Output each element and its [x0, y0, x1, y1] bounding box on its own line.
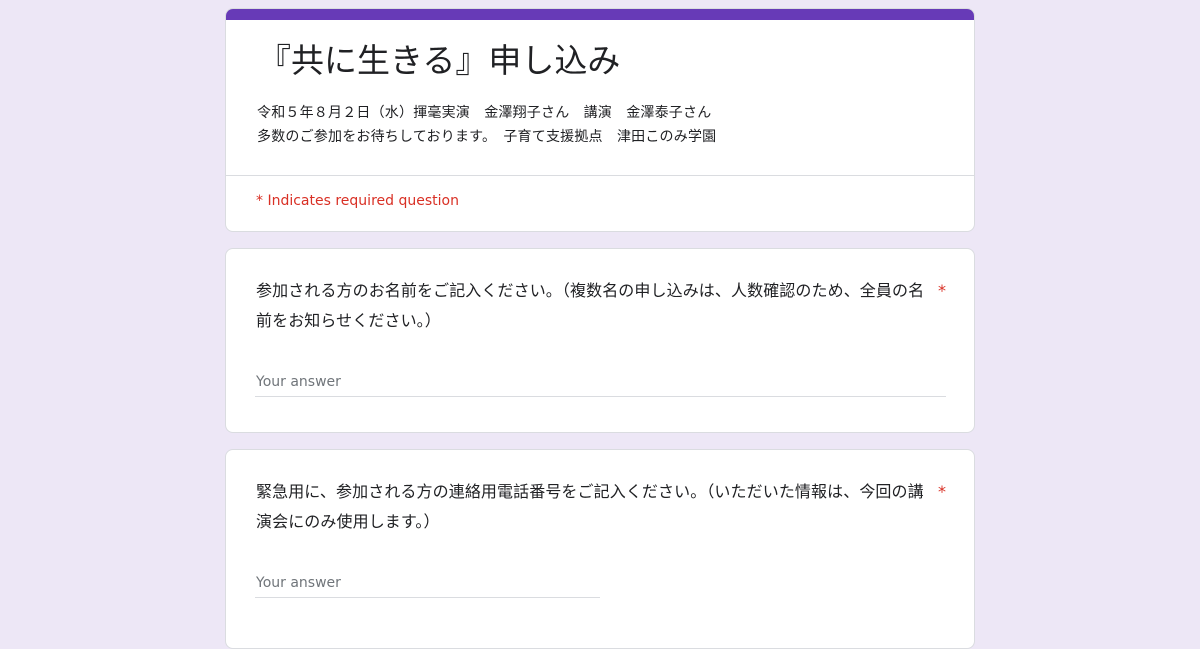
- question-card-name: 参加される方のお名前をご記入ください。（複数名の申し込みは、人数確認のため、全員…: [225, 248, 975, 433]
- theme-accent-bar: [226, 9, 974, 20]
- header-divider: [226, 175, 974, 176]
- question-title-name: 参加される方のお名前をご記入ください。（複数名の申し込みは、人数確認のため、全員…: [256, 281, 925, 330]
- description-line-2: 多数のご参加をお待ちしております。 子育て支援拠点 津田このみ学園: [257, 129, 717, 145]
- question-card-phone: 緊急用に、参加される方の連絡用電話番号をご記入ください。（いただいた情報は、今回…: [225, 449, 975, 649]
- name-answer-input[interactable]: [255, 367, 946, 397]
- required-question-note: * Indicates required question: [256, 193, 459, 209]
- form-description: 令和５年８月２日（水）揮毫実演 金澤翔子さん 講演 金澤泰子さん 多数のご参加を…: [257, 101, 716, 149]
- phone-answer-input[interactable]: [255, 568, 600, 598]
- required-asterisk: *: [938, 281, 946, 300]
- form-column: 『共に生きる』申し込み 令和５年８月２日（水）揮毫実演 金澤翔子さん 講演 金澤…: [225, 8, 975, 649]
- required-asterisk: *: [938, 482, 946, 501]
- description-line-1: 令和５年８月２日（水）揮毫実演 金澤翔子さん 講演 金澤泰子さん: [257, 105, 712, 121]
- form-title: 『共に生きる』申し込み: [258, 41, 621, 80]
- form-header-card: 『共に生きる』申し込み 令和５年８月２日（水）揮毫実演 金澤翔子さん 講演 金澤…: [225, 8, 975, 232]
- question-title-phone: 緊急用に、参加される方の連絡用電話番号をご記入ください。（いただいた情報は、今回…: [256, 482, 924, 531]
